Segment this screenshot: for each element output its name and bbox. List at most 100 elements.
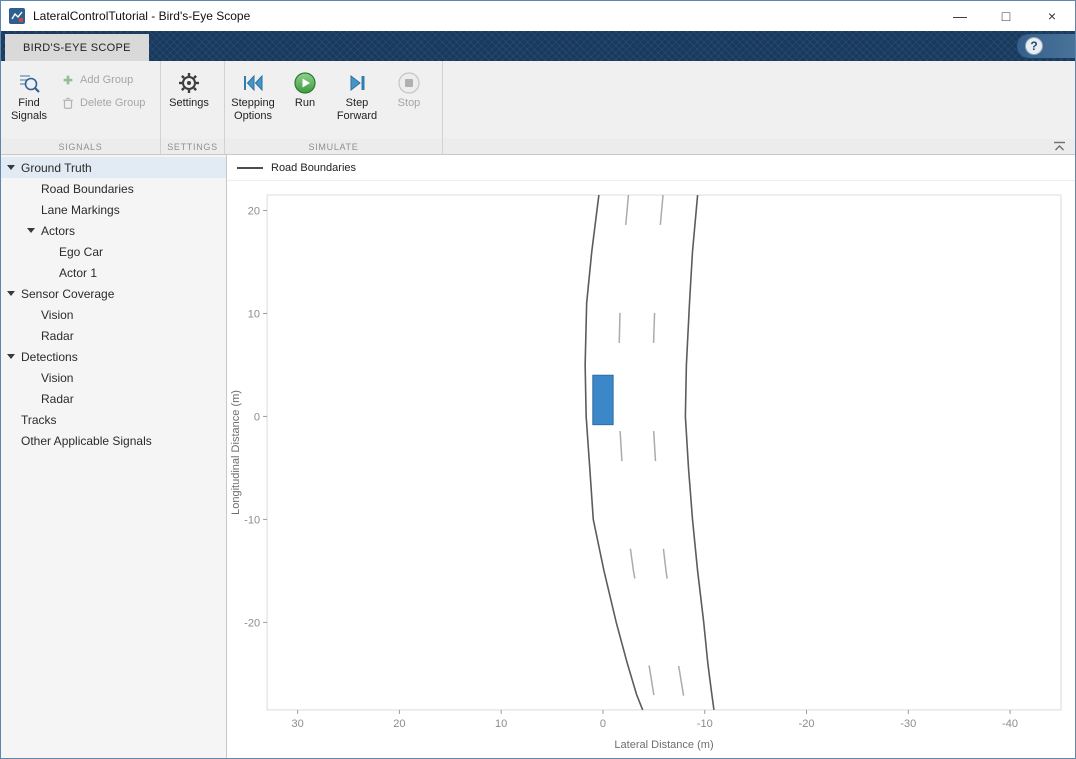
tree-item-label: Other Applicable Signals [21,433,152,448]
tree-item-label: Sensor Coverage [21,286,115,301]
maximize-button[interactable]: □ [983,1,1029,31]
find-signals-label-2: Signals [10,110,48,123]
svg-text:-20: -20 [799,718,815,730]
scope-panel: Road Boundaries 30 20 10 0 -10 -20 -30 -40 20 10 0… [227,155,1075,758]
expand-arrow-icon[interactable] [7,354,21,359]
tree-item-detections[interactable]: Detections [1,346,226,367]
stop-button[interactable]: Stop [383,65,435,110]
svg-text:-10: -10 [697,718,713,730]
section-label-simulate: SIMULATE [225,139,443,154]
toolbar-label-strip: SIGNALS SETTINGS SIMULATE [1,139,1075,155]
svg-text:0: 0 [600,718,606,730]
find-signals-button[interactable]: Find Signals [3,65,55,123]
legend: Road Boundaries [227,155,1075,181]
svg-text:20: 20 [248,205,260,217]
find-signals-label-1: Find [18,97,40,109]
toolbar-section-settings: Settings [161,61,225,139]
help-band: ? [1017,34,1075,58]
delete-group-button[interactable]: Delete Group [61,96,145,110]
tab-birds-eye-scope[interactable]: BIRD'S-EYE SCOPE [5,34,149,61]
svg-text:10: 10 [495,718,507,730]
svg-text:20: 20 [393,718,405,730]
gear-icon [177,69,201,97]
tree-item-label: Actor 1 [59,265,98,280]
svg-text:-20: -20 [244,617,260,629]
help-button[interactable]: ? [1025,37,1043,55]
svg-text:0: 0 [254,411,260,423]
add-group-icon [63,75,73,85]
tabstrip: BIRD'S-EYE SCOPE ? [1,31,1075,61]
stop-label: Stop [397,97,421,109]
tree-item-tracks[interactable]: Tracks [1,409,226,430]
tree-item-label: Tracks [21,412,57,427]
app-icon [9,8,25,24]
expand-arrow-icon[interactable] [7,165,21,170]
signal-tree: Ground Truth Road Boundaries Lane Markin… [1,155,227,758]
tree-item-label: Radar [41,391,74,406]
delete-group-icon [63,97,73,109]
tree-item-actor-1[interactable]: Actor 1 [1,262,226,283]
step-forward-button[interactable]: Step Forward [331,65,383,123]
settings-button[interactable]: Settings [163,65,215,110]
tree-item-other-applicable-signals[interactable]: Other Applicable Signals [1,430,226,451]
expand-arrow-icon[interactable] [7,291,21,296]
legend-label: Road Boundaries [271,161,357,174]
tree-item-sensor-coverage[interactable]: Sensor Coverage [1,283,226,304]
toolbar-empty-area [443,61,1075,139]
toolstrip: Find Signals Add Group Delete Group Sett… [1,61,1075,139]
tree-item-label: Vision [41,370,74,385]
add-group-label: Add Group [80,74,134,86]
tree-item-label: Actors [41,223,76,238]
titlebar: LateralControlTutorial - Bird's-Eye Scop… [1,1,1075,31]
app-window: LateralControlTutorial - Bird's-Eye Scop… [0,0,1076,759]
stop-icon [397,69,421,97]
tree-item-ground-truth[interactable]: Ground Truth [1,157,226,178]
plot-canvas[interactable]: 30 20 10 0 -10 -20 -30 -40 20 10 0 -10 -20 Lateral Di… [227,181,1075,758]
tree-item-actors[interactable]: Actors [1,220,226,241]
step-forward-label-2: Forward [336,110,378,123]
tree-item-lane-markings[interactable]: Lane Markings [1,199,226,220]
stepping-options-label-1: Stepping [231,97,275,109]
stepping-options-button[interactable]: Stepping Options [227,65,279,123]
svg-text:10: 10 [248,308,260,320]
birds-eye-plot[interactable]: 30 20 10 0 -10 -20 -30 -40 20 10 0 -10 -20 Lateral Di… [227,181,1075,758]
run-label: Run [294,97,316,109]
section-label-signals: SIGNALS [1,139,161,154]
tree-item-detections-radar[interactable]: Radar [1,388,226,409]
tree-item-label: Road Boundaries [41,181,134,196]
tree-item-coverage-vision[interactable]: Vision [1,304,226,325]
run-icon [293,69,317,97]
toolbar-section-signals: Find Signals Add Group Delete Group [1,61,161,139]
svg-text:Lateral Distance (m): Lateral Distance (m) [614,739,713,751]
tree-item-label: Vision [41,307,74,322]
tree-item-label: Ego Car [59,244,104,259]
expand-arrow-icon[interactable] [27,228,41,233]
svg-text:-10: -10 [244,514,260,526]
step-forward-icon [345,69,369,97]
svg-text:Longitudinal Distance (m): Longitudinal Distance (m) [230,390,242,515]
tree-item-coverage-radar[interactable]: Radar [1,325,226,346]
svg-text:30: 30 [291,718,303,730]
settings-label: Settings [169,97,209,109]
legend-line [237,166,263,169]
tree-item-road-boundaries[interactable]: Road Boundaries [1,178,226,199]
stepping-options-label-2: Options [234,110,272,123]
toolbar-section-simulate: Stepping Options Run Step Forward Stop [225,61,443,139]
window-title: LateralControlTutorial - Bird's-Eye Scop… [33,9,251,23]
svg-text:-40: -40 [1002,718,1018,730]
run-button[interactable]: Run [279,65,331,110]
find-signals-icon [17,69,41,97]
svg-text:-30: -30 [900,718,916,730]
tree-item-label: Ground Truth [21,160,92,175]
collapse-toolstrip-icon[interactable] [1052,141,1067,152]
tree-item-label: Radar [41,328,74,343]
tree-item-detections-vision[interactable]: Vision [1,367,226,388]
delete-group-label: Delete Group [80,97,146,109]
minimize-button[interactable]: — [937,1,983,31]
tree-item-ego-car[interactable]: Ego Car [1,241,226,262]
tree-item-label: Lane Markings [41,202,120,217]
section-label-settings: SETTINGS [161,139,225,154]
add-group-button[interactable]: Add Group [61,73,145,87]
stepping-options-icon [241,69,265,97]
close-button[interactable]: × [1029,1,1075,31]
